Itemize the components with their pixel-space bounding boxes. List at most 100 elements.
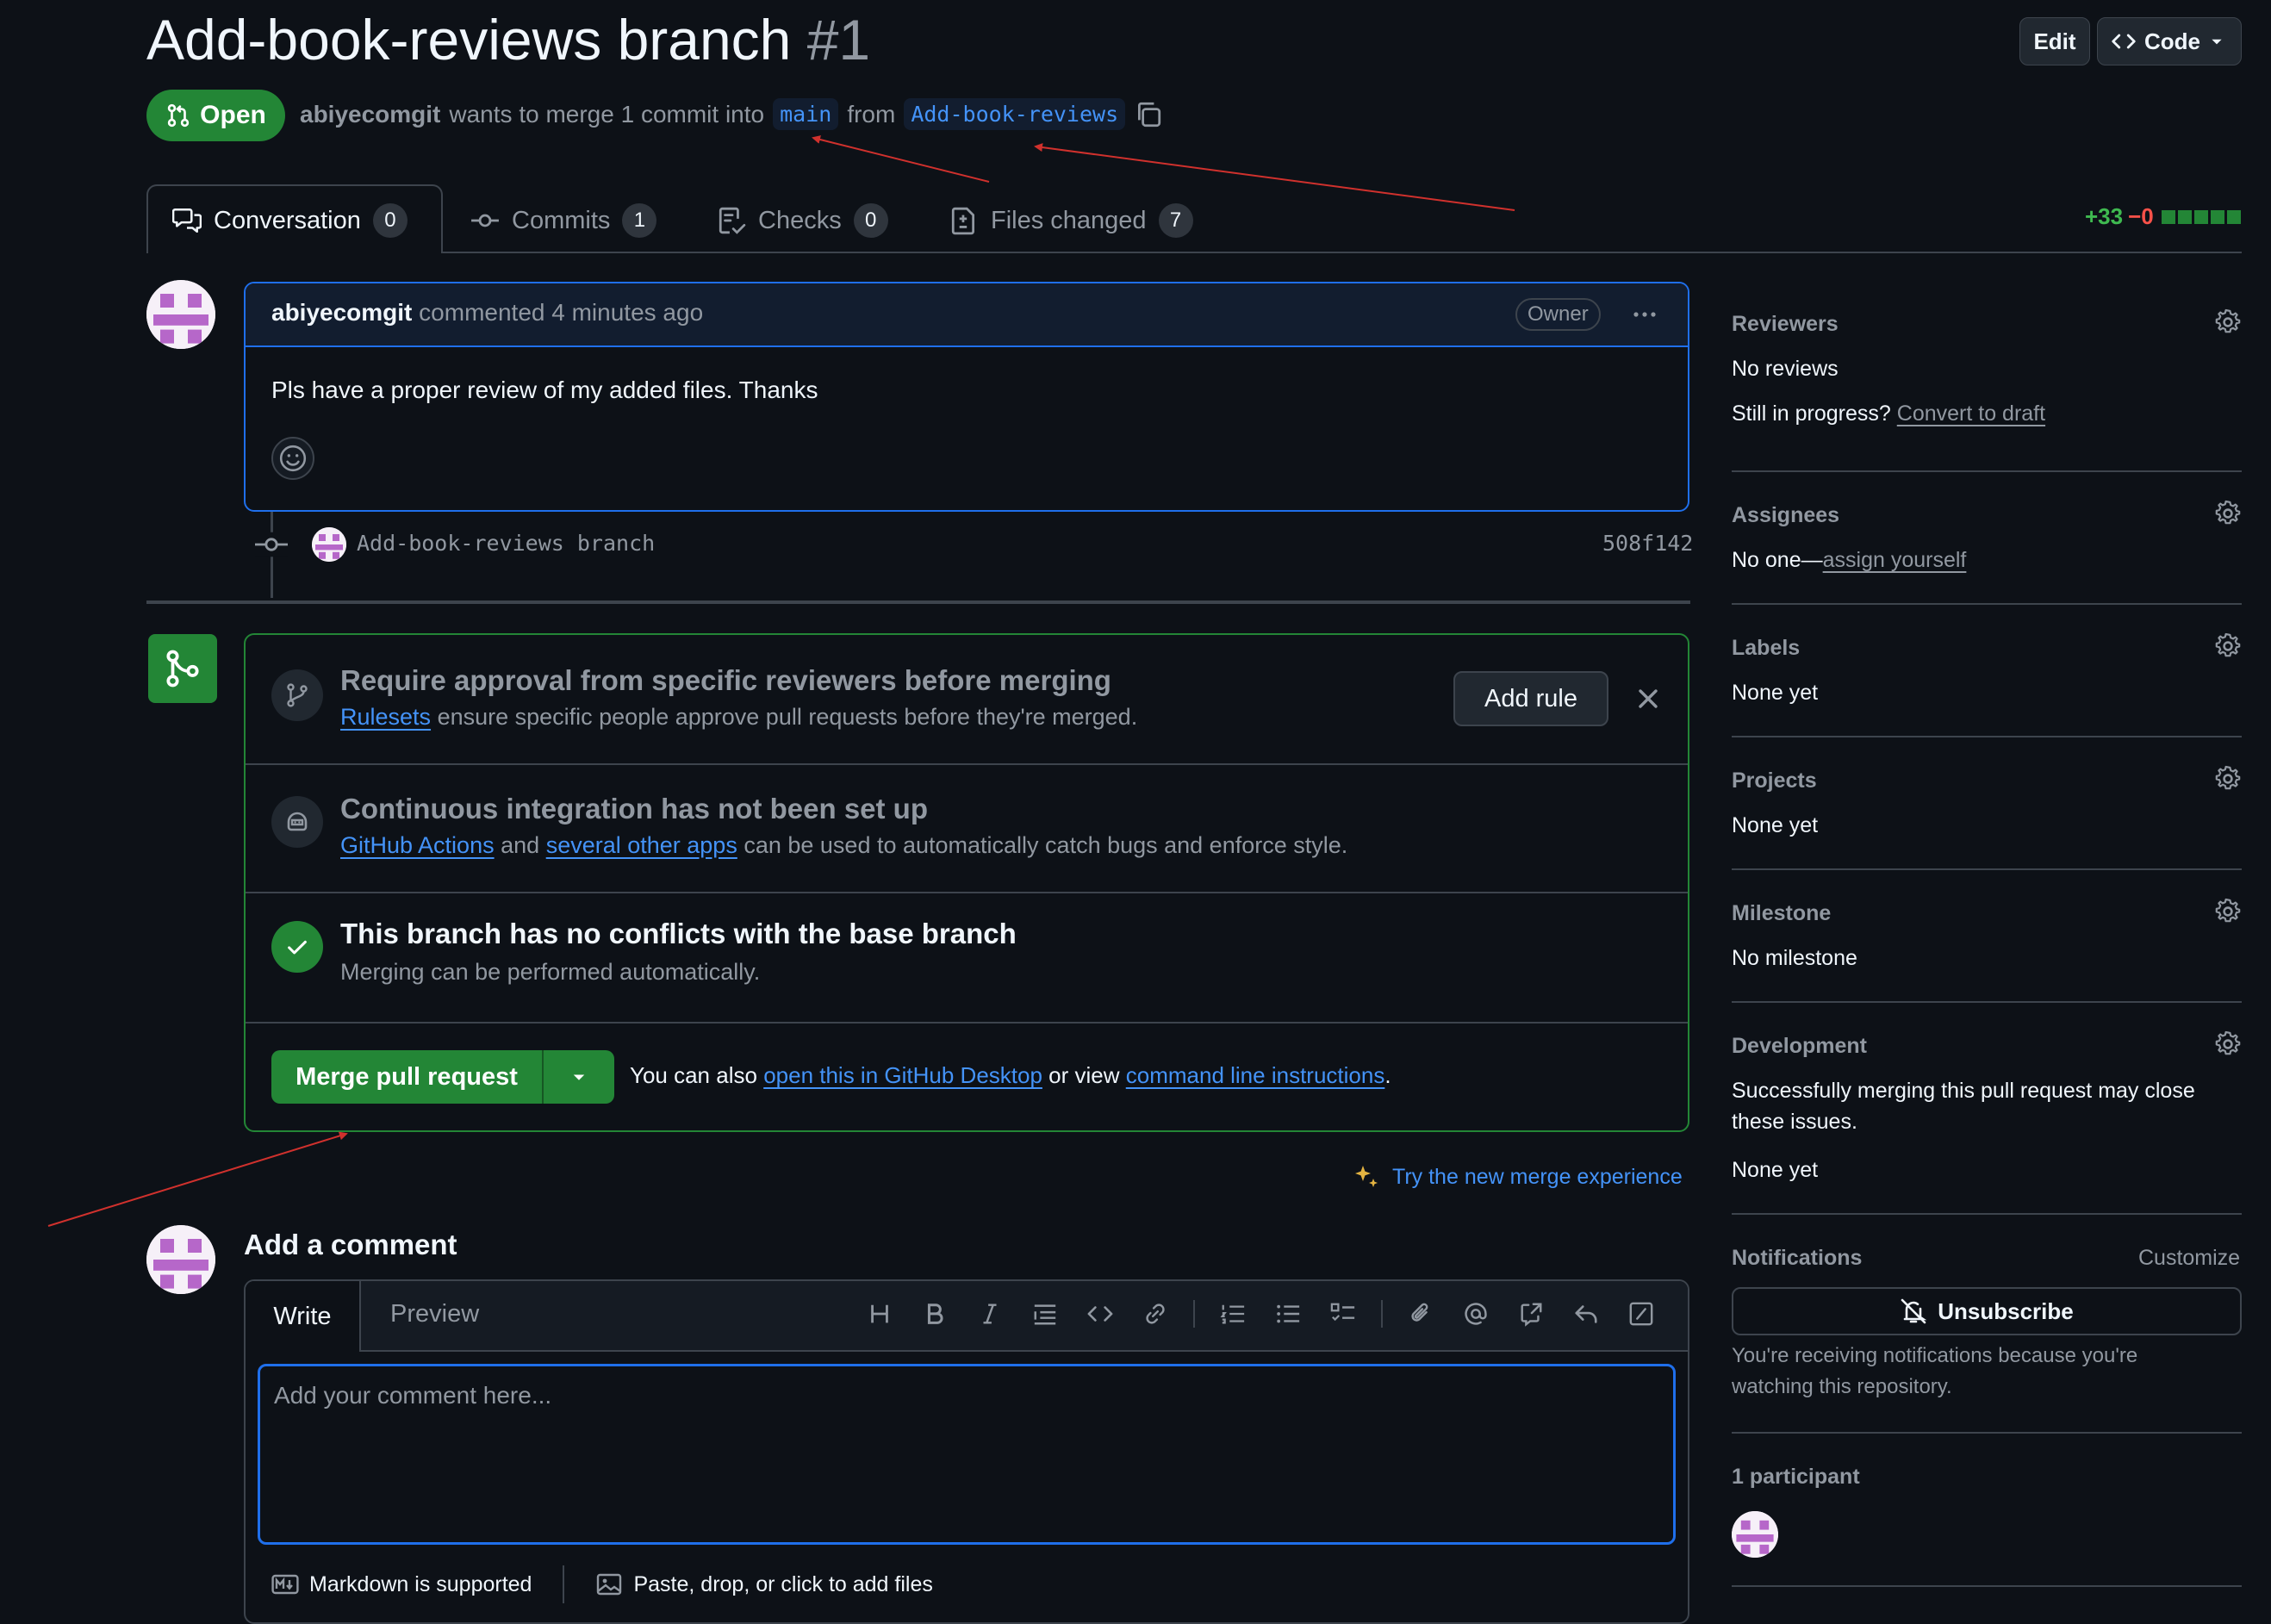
github-actions-link[interactable]: GitHub Actions	[340, 832, 495, 858]
rulesets-link[interactable]: Rulesets	[340, 704, 431, 730]
pr-author-link[interactable]: abiyecomgit	[300, 101, 440, 128]
notifications-heading: Notifications	[1732, 1246, 1863, 1270]
git-branch-icon	[287, 683, 308, 707]
add-reaction-button[interactable]	[271, 437, 314, 480]
footer-separator	[563, 1565, 565, 1603]
convert-to-draft-link[interactable]: Convert to draft	[1897, 401, 2045, 426]
attach-files-link[interactable]: Paste, drop, or click to add files	[633, 1572, 932, 1597]
link-icon[interactable]	[1138, 1297, 1173, 1331]
identicon-avatar	[312, 527, 346, 562]
mention-icon[interactable]	[1459, 1297, 1493, 1331]
commit-sha-link[interactable]: 508f142	[1602, 531, 1693, 556]
paperclip-icon[interactable]	[1403, 1297, 1438, 1331]
code-icon[interactable]	[1083, 1297, 1117, 1331]
add-comment-heading: Add a comment	[244, 1229, 457, 1260]
code-button[interactable]: Code	[2097, 17, 2242, 65]
milestone-heading[interactable]: Milestone	[1732, 901, 1831, 926]
tab-conversation-label: Conversation	[214, 206, 361, 234]
head-branch-label[interactable]: Add-book-reviews	[904, 98, 1126, 130]
current-user-avatar[interactable]	[146, 1225, 215, 1294]
assign-yourself-link[interactable]: assign yourself	[1823, 548, 1967, 572]
command-line-link[interactable]: command line instructions	[1126, 1062, 1385, 1088]
tab-preview[interactable]: Preview	[390, 1300, 479, 1328]
quote-icon[interactable]	[1028, 1297, 1062, 1331]
commit-author-avatar[interactable]	[312, 527, 346, 562]
sidebar-participants: 1 participant	[1732, 1432, 2242, 1587]
arrow-to-base-branch	[812, 135, 990, 183]
markdown-supported-link[interactable]: Markdown is supported	[309, 1572, 532, 1597]
pull-request-icon	[167, 103, 190, 128]
gear-icon[interactable]	[2214, 1030, 2242, 1058]
merge-method-dropdown[interactable]	[544, 1050, 614, 1104]
draft-prompt: Still in progress? Convert to draft	[1732, 401, 2045, 426]
status-badge-label: Open	[200, 101, 266, 129]
merge-button-label: Merge pull request	[296, 1062, 518, 1091]
ruleset-text: ensure specific people approve pull requ…	[437, 704, 1138, 730]
gear-icon[interactable]	[2214, 308, 2242, 336]
chevron-down-icon	[2212, 39, 2222, 45]
development-heading[interactable]: Development	[1732, 1034, 1867, 1059]
identicon-avatar	[1732, 1511, 1778, 1558]
bold-icon[interactable]	[918, 1297, 952, 1331]
comment-timestamp[interactable]: 4 minutes ago	[551, 299, 703, 326]
close-icon[interactable]	[1633, 683, 1664, 714]
task-list-icon[interactable]	[1326, 1297, 1360, 1331]
gear-icon[interactable]	[2214, 632, 2242, 660]
sparkles-icon	[1355, 1166, 1378, 1187]
image-icon	[597, 1573, 622, 1596]
diffstat-blocks	[2159, 203, 2241, 230]
copy-icon[interactable]	[1134, 100, 1163, 129]
merge-alternatives: You can also open this in GitHub Desktop…	[630, 1062, 1391, 1089]
gear-icon[interactable]	[2214, 765, 2242, 793]
development-text-line-2: these issues.	[1732, 1110, 1857, 1134]
diffstat: +33 −0	[2085, 203, 2241, 230]
customize-notifications-link[interactable]: Customize	[2138, 1246, 2240, 1271]
unsubscribe-button[interactable]: Unsubscribe	[1732, 1287, 2242, 1335]
tab-commits-count: 1	[622, 203, 657, 238]
owner-badge-label: Owner	[1527, 302, 1589, 326]
notification-reason-line-2: watching this repository.	[1732, 1375, 1952, 1398]
tab-files-changed-label: Files changed	[991, 206, 1147, 234]
tab-conversation[interactable]: Conversation 0	[172, 200, 408, 241]
other-apps-link[interactable]: several other apps	[546, 832, 737, 858]
slash-command-icon[interactable]	[1624, 1297, 1658, 1331]
commit-message-link[interactable]: Add-book-reviews branch	[357, 531, 655, 556]
italic-icon[interactable]	[973, 1297, 1007, 1331]
labels-heading[interactable]: Labels	[1732, 636, 1800, 661]
base-branch-label[interactable]: main	[773, 98, 839, 130]
robot-icon	[287, 812, 308, 831]
comment-author-link[interactable]: abiyecomgit	[271, 299, 412, 326]
notification-reason-line-1: You're receiving notifications because y…	[1732, 1344, 2138, 1367]
gear-icon[interactable]	[2214, 500, 2242, 527]
reviewers-heading[interactable]: Reviewers	[1732, 312, 1839, 337]
author-avatar[interactable]	[146, 280, 215, 349]
assignees-heading[interactable]: Assignees	[1732, 503, 1839, 528]
cross-reference-icon[interactable]	[1514, 1297, 1548, 1331]
new-merge-experience-link[interactable]: Try the new merge experience	[1353, 1163, 1683, 1191]
merge-pull-request-button[interactable]: Merge pull request	[271, 1050, 544, 1104]
reply-icon[interactable]	[1569, 1297, 1603, 1331]
labels-value: None yet	[1732, 681, 1819, 705]
projects-heading[interactable]: Projects	[1732, 768, 1817, 793]
tab-write[interactable]: Write	[246, 1281, 361, 1352]
participant-avatar[interactable]	[1732, 1511, 1778, 1558]
comment-textarea[interactable]	[258, 1364, 1676, 1545]
edit-button[interactable]: Edit	[2019, 17, 2090, 65]
unordered-list-icon[interactable]	[1271, 1297, 1305, 1331]
ruleset-description: Rulesets ensure specific people approve …	[340, 704, 1137, 731]
gear-icon[interactable]	[2214, 898, 2242, 925]
heading-icon[interactable]	[862, 1297, 897, 1331]
owner-badge: Owner	[1515, 298, 1601, 331]
tab-files-changed[interactable]: Files changed 7	[949, 200, 1193, 241]
github-desktop-link[interactable]: open this in GitHub Desktop	[763, 1062, 1042, 1088]
assignees-none: No one—	[1732, 548, 1823, 572]
tab-checks[interactable]: Checks 0	[717, 200, 888, 241]
tab-commits[interactable]: Commits 1	[470, 200, 657, 241]
commit-node-icon	[255, 532, 288, 557]
add-rule-button[interactable]: Add rule	[1453, 671, 1608, 726]
kebab-horizontal-icon[interactable]	[1627, 301, 1662, 328]
assignees-value: No one—assign yourself	[1732, 548, 1966, 573]
ordered-list-icon[interactable]	[1216, 1297, 1250, 1331]
identicon-avatar	[146, 1225, 215, 1294]
add-rule-label: Add rule	[1484, 684, 1577, 712]
